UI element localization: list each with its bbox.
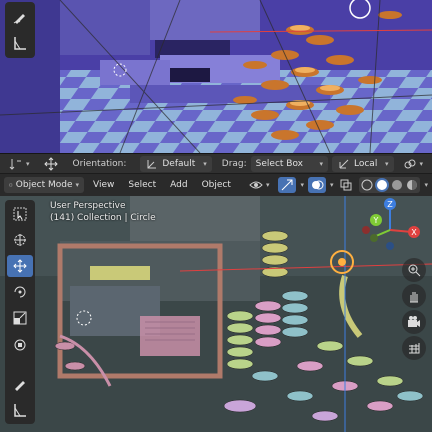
top-toolbar [5, 2, 35, 58]
view-name: User Perspective [50, 201, 126, 211]
material-icon [392, 180, 403, 190]
rotate-icon [14, 286, 26, 298]
drag-dropdown[interactable]: Select Box ▾ [250, 155, 328, 172]
wireframe-icon [361, 179, 373, 191]
chevron-down-icon: ▾ [319, 159, 323, 168]
menu-object-label: Object [201, 180, 231, 190]
rotate-tool[interactable] [7, 281, 33, 303]
solid-shading[interactable] [375, 178, 390, 192]
rendered-shading[interactable] [405, 178, 419, 192]
chevron-down-icon: ▾ [419, 159, 424, 168]
gizmo-icon [282, 179, 293, 191]
tool-settings-header: ▾ Orientation: Default ▾ Drag: Select Bo… [0, 153, 432, 174]
chevron-down-icon: ▾ [384, 159, 389, 168]
cursor-tool[interactable] [7, 229, 33, 251]
gizmo-y-label: Y [373, 216, 379, 225]
transform-tool[interactable] [7, 333, 33, 355]
orientation-icon [147, 159, 157, 168]
rendered-scene [0, 0, 432, 153]
viewport-header: Object Mode ▾ View Select Add Object ▾ ▾… [0, 174, 432, 196]
link-icon [404, 159, 415, 168]
mode-dropdown[interactable]: Object Mode ▾ [4, 177, 84, 193]
transform-gizmo-button[interactable] [39, 156, 63, 172]
move-arrows-icon [43, 156, 58, 171]
select-box-icon [13, 207, 27, 221]
pencil-icon [15, 380, 25, 391]
solid-viewport[interactable]: User Perspective (141) Collection | Circ… [0, 196, 432, 432]
drag-value: Select Box [255, 158, 304, 169]
wireframe-shading[interactable] [360, 178, 374, 192]
move-tool[interactable] [7, 255, 33, 278]
transform-affect-icon [9, 158, 21, 170]
eye-icon [249, 181, 263, 189]
overlays-toggle[interactable] [307, 177, 326, 193]
material-shading[interactable] [390, 178, 404, 192]
zoom-button[interactable] [402, 258, 426, 282]
local-axes-icon [339, 159, 349, 168]
chevron-down-icon[interactable]: ▾ [300, 181, 304, 189]
solid-sphere-icon [377, 180, 388, 190]
gizmo-z-label: Z [387, 200, 393, 209]
grid-icon [409, 343, 420, 354]
menu-object[interactable]: Object [197, 177, 236, 193]
camera-icon [408, 316, 420, 327]
ruler-icon [14, 403, 26, 417]
transform-icon [14, 339, 26, 351]
annotate-tool[interactable] [7, 5, 33, 29]
orientation-dropdown[interactable]: Default ▾ [140, 155, 212, 172]
pivot-dropdown[interactable]: Local ▾ [332, 155, 394, 172]
mode-value: Object Mode [15, 180, 73, 190]
scale-icon [13, 311, 27, 325]
annotate-tool[interactable] [7, 373, 33, 395]
chevron-down-icon[interactable]: ▾ [330, 181, 334, 189]
drag-label: Drag: [221, 158, 247, 169]
rendered-icon [407, 180, 418, 190]
chevron-down-icon[interactable]: ▾ [424, 181, 428, 189]
menu-view[interactable]: View [88, 177, 119, 193]
xray-icon [340, 179, 352, 191]
cursor-icon [14, 234, 26, 247]
ruler-icon [14, 37, 26, 50]
menu-select[interactable]: Select [123, 177, 161, 193]
pan-button[interactable] [402, 284, 426, 308]
camera-view-button[interactable] [402, 310, 426, 334]
navigation-gizmo[interactable]: Z X Y [350, 198, 430, 254]
rendered-viewport[interactable] [0, 0, 432, 153]
snap-button[interactable]: ▾ [398, 156, 429, 172]
chevron-down-icon: ▾ [265, 181, 270, 189]
menu-select-label: Select [128, 180, 157, 190]
chevron-down-icon: ▾ [203, 159, 207, 168]
select-box-tool[interactable] [7, 203, 33, 225]
ortho-toggle-button[interactable] [402, 336, 426, 360]
tool-sidebar [5, 200, 35, 424]
menu-add[interactable]: Add [165, 177, 192, 193]
chevron-down-icon: ▾ [75, 181, 79, 189]
visibility-button[interactable]: ▾ [244, 177, 275, 193]
overlays-icon [311, 180, 324, 190]
scale-tool[interactable] [7, 307, 33, 329]
gizmo-x-label: X [411, 228, 417, 237]
orientation-label: Orientation: [72, 158, 127, 169]
xray-toggle[interactable] [337, 177, 355, 193]
pencil-icon [13, 14, 25, 24]
measure-tool[interactable] [7, 31, 33, 55]
menu-view-label: View [93, 180, 115, 190]
measure-tool[interactable] [7, 399, 33, 421]
move-arrows-icon [13, 259, 27, 273]
gizmo-toggle[interactable] [278, 177, 297, 193]
object-mode-icon [9, 183, 13, 187]
collection-info: (141) Collection | Circle [50, 213, 156, 223]
zoom-icon [408, 264, 421, 277]
chevron-down-icon: ▾ [26, 159, 30, 168]
pivot-value: Local [354, 158, 378, 169]
menu-add-label: Add [170, 180, 188, 190]
orientation-value: Default [162, 158, 196, 169]
shading-buttons [359, 177, 421, 193]
transform-affect-button[interactable]: ▾ [4, 156, 35, 172]
hand-icon [410, 292, 418, 303]
